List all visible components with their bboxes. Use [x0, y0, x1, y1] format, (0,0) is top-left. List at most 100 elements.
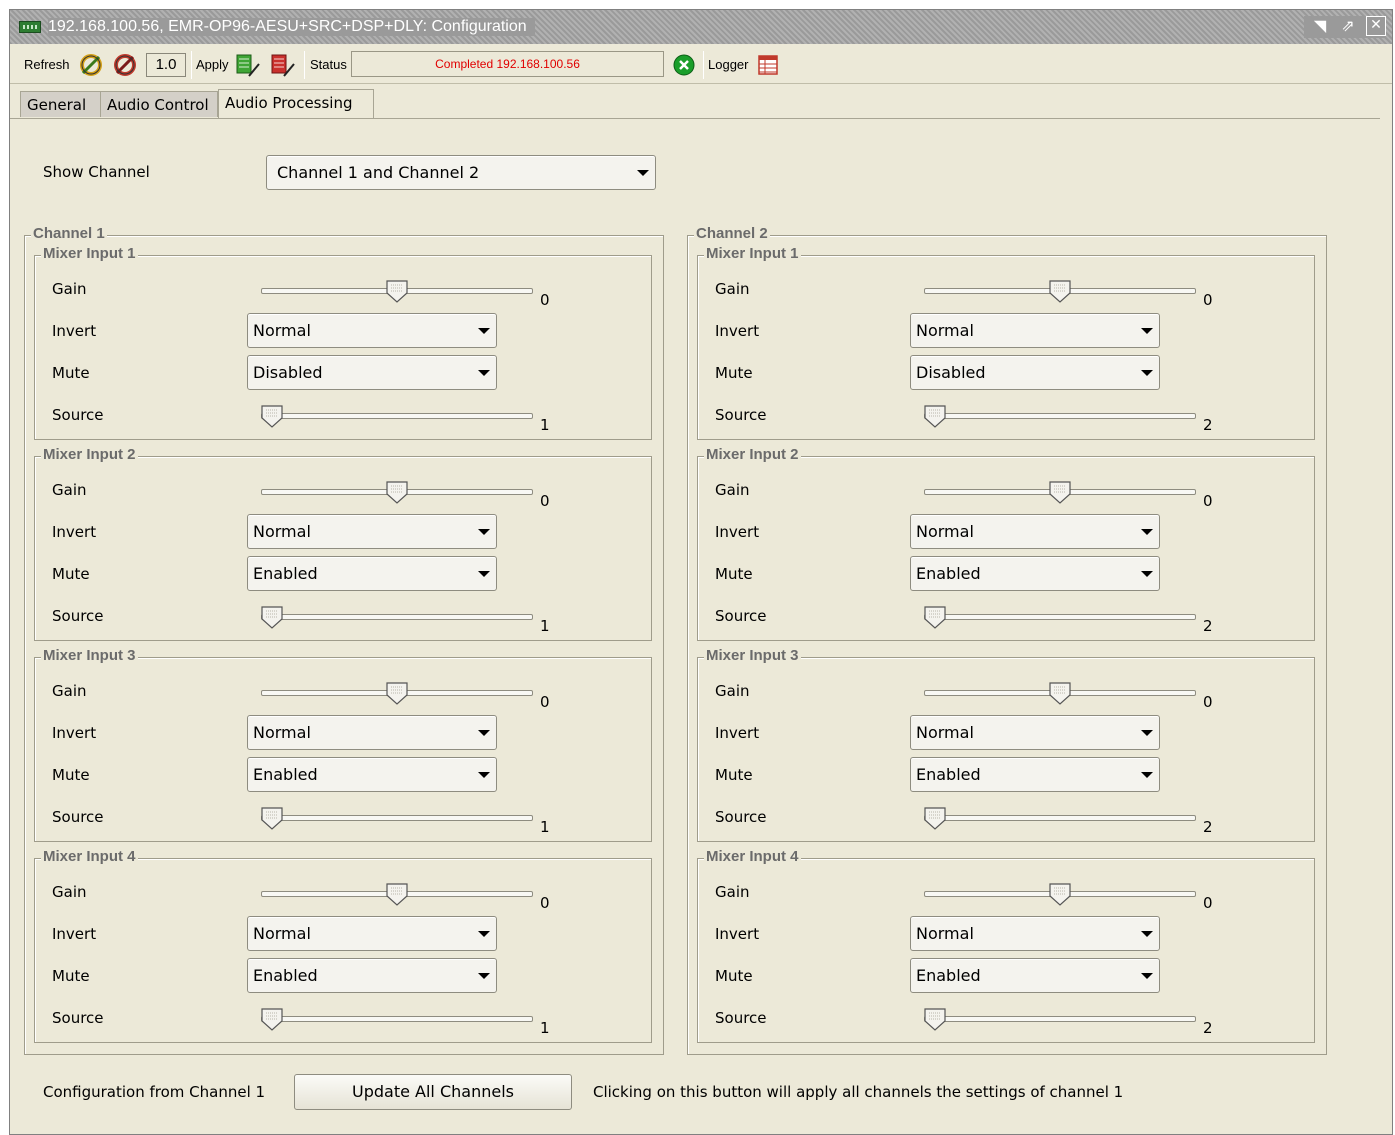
- source-slider-track[interactable]: [924, 815, 1196, 821]
- source-slider-thumb[interactable]: [924, 405, 946, 429]
- invert-select-value: Normal: [916, 522, 974, 541]
- gain-slider-thumb[interactable]: [386, 481, 408, 505]
- apply-all-icon[interactable]: [270, 52, 296, 78]
- tab-general[interactable]: General: [20, 91, 102, 117]
- source-slider-thumb[interactable]: [261, 606, 283, 630]
- mute-select[interactable]: Enabled: [247, 757, 497, 792]
- gain-slider-thumb[interactable]: [1049, 883, 1071, 907]
- gain-slider-thumb[interactable]: [1049, 280, 1071, 304]
- gain-slider[interactable]: [924, 883, 1196, 907]
- gain-slider[interactable]: [924, 481, 1196, 505]
- gain-label: Gain: [52, 280, 87, 298]
- source-slider-track[interactable]: [261, 614, 533, 620]
- source-slider[interactable]: [924, 807, 1196, 831]
- invert-label: Invert: [52, 925, 97, 943]
- source-label: Source: [52, 808, 104, 826]
- gain-label: Gain: [715, 682, 750, 700]
- invert-select[interactable]: Normal: [247, 514, 497, 549]
- source-value: 1: [540, 416, 550, 434]
- gain-slider[interactable]: [261, 481, 533, 505]
- gain-slider-thumb[interactable]: [386, 883, 408, 907]
- mute-select[interactable]: Disabled: [247, 355, 497, 390]
- source-slider[interactable]: [261, 1008, 533, 1032]
- invert-select[interactable]: Normal: [247, 313, 497, 348]
- mixer-input-title: Mixer Input 4: [41, 848, 138, 865]
- mixer-input-title: Mixer Input 2: [704, 446, 801, 463]
- source-slider-track[interactable]: [261, 413, 533, 419]
- source-slider-track[interactable]: [924, 413, 1196, 419]
- mute-select[interactable]: Disabled: [910, 355, 1160, 390]
- source-value: 2: [1203, 1019, 1213, 1037]
- invert-select[interactable]: Normal: [910, 514, 1160, 549]
- gain-value: 0: [540, 693, 550, 711]
- source-slider[interactable]: [924, 405, 1196, 429]
- refresh-icon[interactable]: [78, 52, 104, 78]
- title-bar[interactable]: 192.168.100.56, EMR-OP96-AESU+SRC+DSP+DL…: [10, 10, 1392, 44]
- gain-slider-thumb[interactable]: [386, 682, 408, 706]
- refresh-all-icon[interactable]: [112, 52, 138, 78]
- source-slider[interactable]: [261, 405, 533, 429]
- device-icon: [19, 21, 41, 33]
- invert-select[interactable]: Normal: [247, 715, 497, 750]
- mixer-input-title: Mixer Input 3: [704, 647, 801, 664]
- tab-audio-processing[interactable]: Audio Processing: [218, 89, 374, 119]
- maximize-icon[interactable]: ⇗: [1338, 16, 1358, 36]
- gain-slider[interactable]: [924, 682, 1196, 706]
- apply-icon[interactable]: [235, 52, 261, 78]
- mute-label: Mute: [52, 364, 90, 382]
- gain-slider-thumb[interactable]: [386, 280, 408, 304]
- mute-label: Mute: [52, 766, 90, 784]
- mute-select[interactable]: Enabled: [247, 556, 497, 591]
- source-slider-thumb[interactable]: [261, 1008, 283, 1032]
- source-label: Source: [715, 1009, 767, 1027]
- gain-slider-thumb[interactable]: [1049, 481, 1071, 505]
- gain-slider-thumb[interactable]: [1049, 682, 1071, 706]
- update-all-channels-button[interactable]: Update All Channels: [294, 1074, 572, 1110]
- invert-select-value: Normal: [253, 924, 311, 943]
- source-value: 2: [1203, 818, 1213, 836]
- refresh-label: Refresh: [24, 57, 70, 72]
- source-slider-track[interactable]: [924, 1016, 1196, 1022]
- source-value: 1: [540, 1019, 550, 1037]
- source-slider[interactable]: [261, 807, 533, 831]
- source-slider-thumb[interactable]: [261, 405, 283, 429]
- source-slider[interactable]: [261, 606, 533, 630]
- close-icon[interactable]: ✕: [1366, 16, 1386, 36]
- source-slider-track[interactable]: [261, 815, 533, 821]
- source-label: Source: [52, 1009, 104, 1027]
- chevron-down-icon: [1141, 529, 1153, 535]
- invert-select[interactable]: Normal: [910, 313, 1160, 348]
- source-slider-track[interactable]: [924, 614, 1196, 620]
- invert-label: Invert: [52, 523, 97, 541]
- gain-slider[interactable]: [924, 280, 1196, 304]
- update-help-text: Clicking on this button will apply all c…: [593, 1083, 1124, 1101]
- show-channel-select[interactable]: Channel 1 and Channel 2: [266, 155, 656, 190]
- version-field[interactable]: 1.0: [146, 53, 186, 77]
- gain-slider[interactable]: [261, 682, 533, 706]
- gain-slider[interactable]: [261, 280, 533, 304]
- gain-slider[interactable]: [261, 883, 533, 907]
- mute-select[interactable]: Enabled: [910, 556, 1160, 591]
- mute-select[interactable]: Enabled: [910, 757, 1160, 792]
- invert-select[interactable]: Normal: [247, 916, 497, 951]
- logger-label: Logger: [708, 57, 749, 72]
- chevron-down-icon: [478, 772, 490, 778]
- source-slider-thumb[interactable]: [924, 606, 946, 630]
- logger-icon[interactable]: [757, 54, 779, 76]
- undock-icon[interactable]: ◥: [1310, 16, 1330, 36]
- tab-bar: General Audio Control Audio Processing: [10, 89, 1392, 119]
- source-slider[interactable]: [924, 606, 1196, 630]
- source-slider-thumb[interactable]: [924, 1008, 946, 1032]
- source-slider-thumb[interactable]: [924, 807, 946, 831]
- mute-select-value: Enabled: [916, 966, 981, 985]
- mute-select[interactable]: Enabled: [247, 958, 497, 993]
- mute-select-value: Disabled: [253, 363, 323, 382]
- source-slider-thumb[interactable]: [261, 807, 283, 831]
- invert-select[interactable]: Normal: [910, 715, 1160, 750]
- tab-audio-control[interactable]: Audio Control: [100, 91, 218, 117]
- source-slider-track[interactable]: [261, 1016, 533, 1022]
- invert-select[interactable]: Normal: [910, 916, 1160, 951]
- source-slider[interactable]: [924, 1008, 1196, 1032]
- source-label: Source: [715, 808, 767, 826]
- mute-select[interactable]: Enabled: [910, 958, 1160, 993]
